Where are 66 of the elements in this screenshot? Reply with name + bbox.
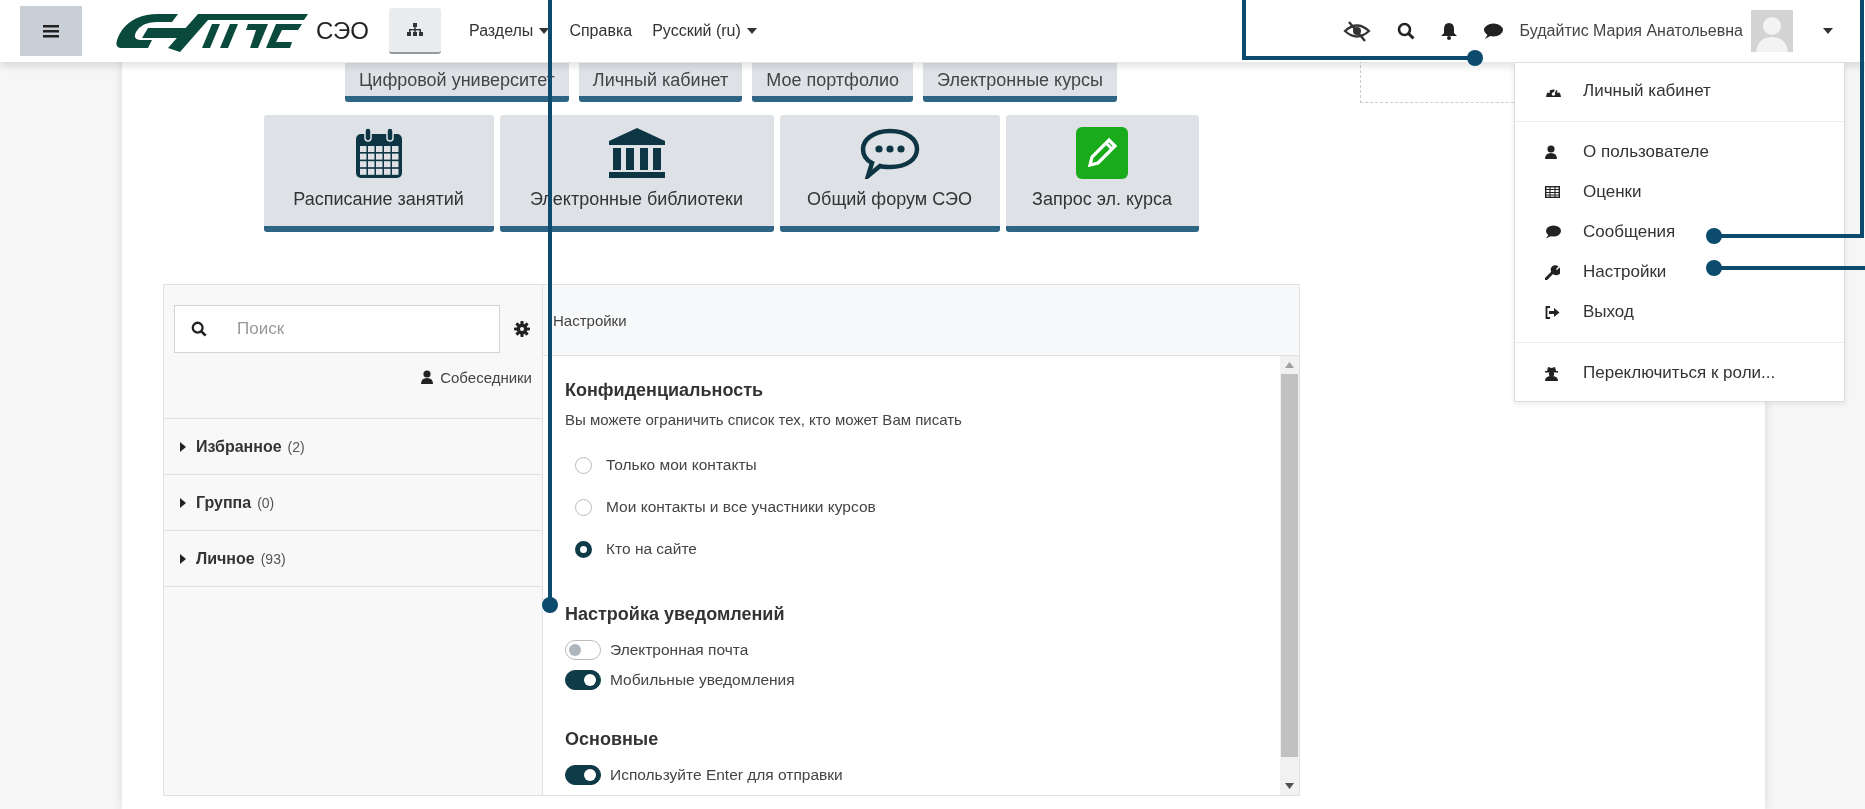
scrollbar[interactable] <box>1280 356 1299 795</box>
search-icon[interactable] <box>1396 22 1415 40</box>
option-label: Используйте Enter для отправки <box>610 766 843 784</box>
sitemap-icon <box>407 23 423 37</box>
caret-icon <box>180 441 186 452</box>
caret-icon <box>539 28 550 34</box>
search-field[interactable]: Поиск <box>174 305 500 353</box>
caret-icon <box>180 553 186 564</box>
link-tile[interactable]: Электронные курсы <box>923 63 1117 102</box>
chat-bubble-icon[interactable] <box>1482 22 1503 40</box>
menu-item[interactable]: Выход <box>1515 292 1844 332</box>
toggle-switch[interactable] <box>565 765 601 785</box>
menu-item[interactable]: Сообщения <box>1515 212 1844 252</box>
caret-icon <box>180 497 186 508</box>
settings-icon[interactable] <box>514 321 530 337</box>
radio-button[interactable] <box>575 540 592 558</box>
bell-icon[interactable] <box>1440 22 1457 40</box>
link-tile[interactable]: Расписание занятий <box>263 115 494 232</box>
option-label: Электронная почта <box>610 641 749 659</box>
section-heading: Основные <box>565 729 660 750</box>
section-heading: Настройка уведомлений <box>565 604 786 625</box>
contacts-link[interactable]: Собеседники <box>421 365 532 389</box>
radio-button[interactable] <box>575 498 592 516</box>
radio-button[interactable] <box>575 456 592 474</box>
site-name[interactable]: СЭО <box>316 17 369 45</box>
calendar-icon <box>353 127 404 179</box>
option-label: Мои контакты и все участники курсов <box>606 498 876 516</box>
toggle-switch[interactable] <box>565 670 601 690</box>
nav-menu-link[interactable]: Разделы <box>459 22 560 40</box>
nav-menu-link[interactable]: Справка <box>559 22 643 40</box>
user-icon <box>421 370 434 384</box>
scroll-down-icon[interactable] <box>1285 783 1294 789</box>
nav-menu-link[interactable]: Русский (ru) <box>642 22 767 40</box>
menu-item[interactable]: Переключиться к роли... <box>1515 353 1844 393</box>
eye-slash-icon[interactable] <box>1342 20 1371 42</box>
section-description: Вы можете ограничить список тех, кто может Вам писать <box>565 411 963 428</box>
user-icon <box>1545 145 1557 159</box>
menu-icon <box>43 24 59 38</box>
chat-bubble-icon <box>1545 225 1561 239</box>
section-heading: Конфиденциальность <box>565 380 765 401</box>
pencil-icon <box>1076 127 1128 179</box>
user-name[interactable]: Будайтис Мария Анатольевна <box>1519 22 1743 40</box>
toggle-switch[interactable] <box>565 640 601 660</box>
option-label: Кто на сайте <box>606 540 697 558</box>
link-tile[interactable]: Общий форум СЭО <box>779 115 1000 232</box>
menu-button[interactable] <box>20 6 82 56</box>
link-tile[interactable]: Запрос эл. курса <box>1005 115 1199 232</box>
sign-out-icon <box>1545 305 1560 319</box>
option-label: Только мои контакты <box>606 456 757 474</box>
sitemap-button[interactable] <box>389 8 441 54</box>
link-tile[interactable]: Личный кабинет <box>578 63 743 102</box>
search-icon <box>191 321 207 337</box>
wrench-icon <box>1545 264 1560 280</box>
link-tile[interactable]: Мое портфолио <box>752 63 914 102</box>
menu-item[interactable]: Настройки <box>1515 252 1844 292</box>
option-label: Мобильные уведомления <box>610 671 795 689</box>
menu-item[interactable]: Личный кабинет <box>1515 71 1844 111</box>
caret-icon[interactable] <box>1823 28 1833 34</box>
panel-title: Настройки <box>553 311 627 329</box>
caret-icon <box>746 28 757 34</box>
bank-building-icon <box>607 127 666 179</box>
table-icon <box>1545 186 1560 198</box>
spy-icon <box>1545 365 1558 381</box>
speech-bubble-icon <box>859 127 920 179</box>
menu-item[interactable]: Оценки <box>1515 172 1844 212</box>
menu-item[interactable]: О пользователе <box>1515 132 1844 172</box>
